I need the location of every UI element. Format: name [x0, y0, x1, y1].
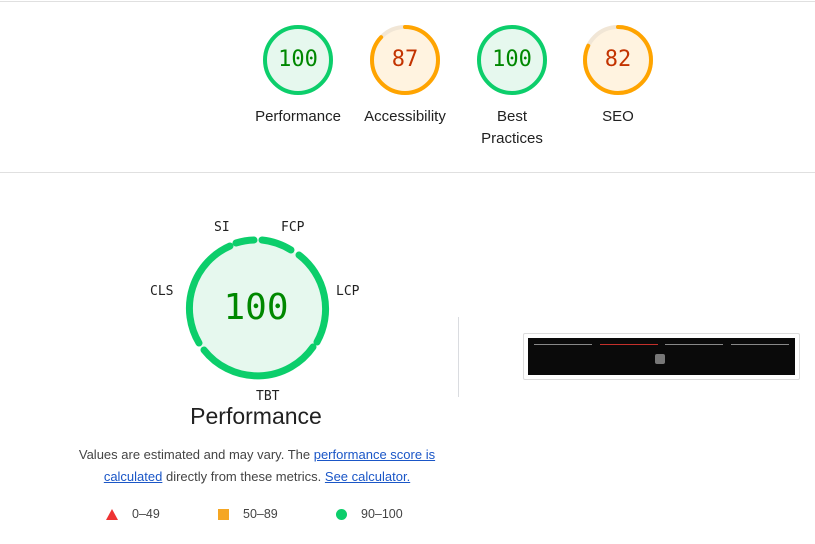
metric-lcp-label[interactable]: LCP: [336, 284, 359, 299]
score-note: Values are estimated and may vary. The p…: [72, 444, 442, 488]
gauge-ring: 100: [476, 24, 548, 96]
legend-range: 90–100: [361, 507, 403, 521]
gauge-ring: 82: [582, 24, 654, 96]
performance-title: Performance: [190, 403, 322, 429]
gauge-label: Best Practices: [481, 108, 543, 147]
gauge-label: Performance: [255, 108, 341, 125]
legend-range: 50–89: [243, 507, 278, 521]
page-screenshot-thumbnail[interactable]: [523, 333, 800, 380]
legend-pass: 90–100: [336, 507, 403, 521]
emblem-icon: [655, 354, 665, 364]
top-border: [0, 1, 815, 2]
gauge-best-practices[interactable]: 100 Best Practices: [462, 24, 562, 150]
note-text-2: directly from these metrics.: [162, 469, 325, 484]
note-text-1: Values are estimated and may vary. The: [78, 447, 314, 462]
screenshot-nav: [534, 341, 789, 345]
metric-fcp-label[interactable]: FCP: [281, 220, 304, 235]
gauge-performance[interactable]: 100 Performance: [248, 24, 348, 128]
gauge-score: 100: [278, 47, 318, 72]
gauge-seo[interactable]: 82 SEO: [568, 24, 668, 128]
performance-gauge-large: 100 SI FCP LCP CLS TBT: [150, 218, 362, 404]
gauge-label: Accessibility: [364, 108, 446, 125]
screenshot-nav-item: [599, 341, 658, 345]
vertical-divider: [458, 317, 459, 397]
gauge-score: 87: [391, 47, 419, 72]
square-icon: [218, 508, 229, 520]
legend-range: 0–49: [132, 507, 160, 521]
gauge-ring: 87: [369, 24, 441, 96]
metric-tbt-label[interactable]: TBT: [256, 389, 279, 404]
section-divider: [0, 172, 815, 173]
triangle-icon: [106, 508, 118, 520]
screenshot-nav-item: [534, 341, 592, 345]
gauge-score: 82: [604, 47, 632, 72]
gauge-accessibility[interactable]: 87 Accessibility: [355, 24, 455, 128]
gauge-ring: 100: [262, 24, 334, 96]
metric-si-label[interactable]: SI: [214, 220, 230, 235]
gauge-label: SEO: [602, 108, 634, 125]
screenshot-image: [528, 338, 795, 375]
screenshot-nav-item: [730, 341, 789, 345]
performance-score: 100: [223, 287, 289, 328]
circle-icon: [336, 508, 347, 520]
legend-fail: 0–49: [106, 507, 160, 521]
gauge-score: 100: [492, 47, 532, 72]
see-calculator-link[interactable]: See calculator.: [325, 469, 410, 484]
screenshot-nav-item: [665, 341, 724, 345]
metric-cls-label[interactable]: CLS: [150, 284, 173, 299]
legend-average: 50–89: [218, 507, 278, 521]
